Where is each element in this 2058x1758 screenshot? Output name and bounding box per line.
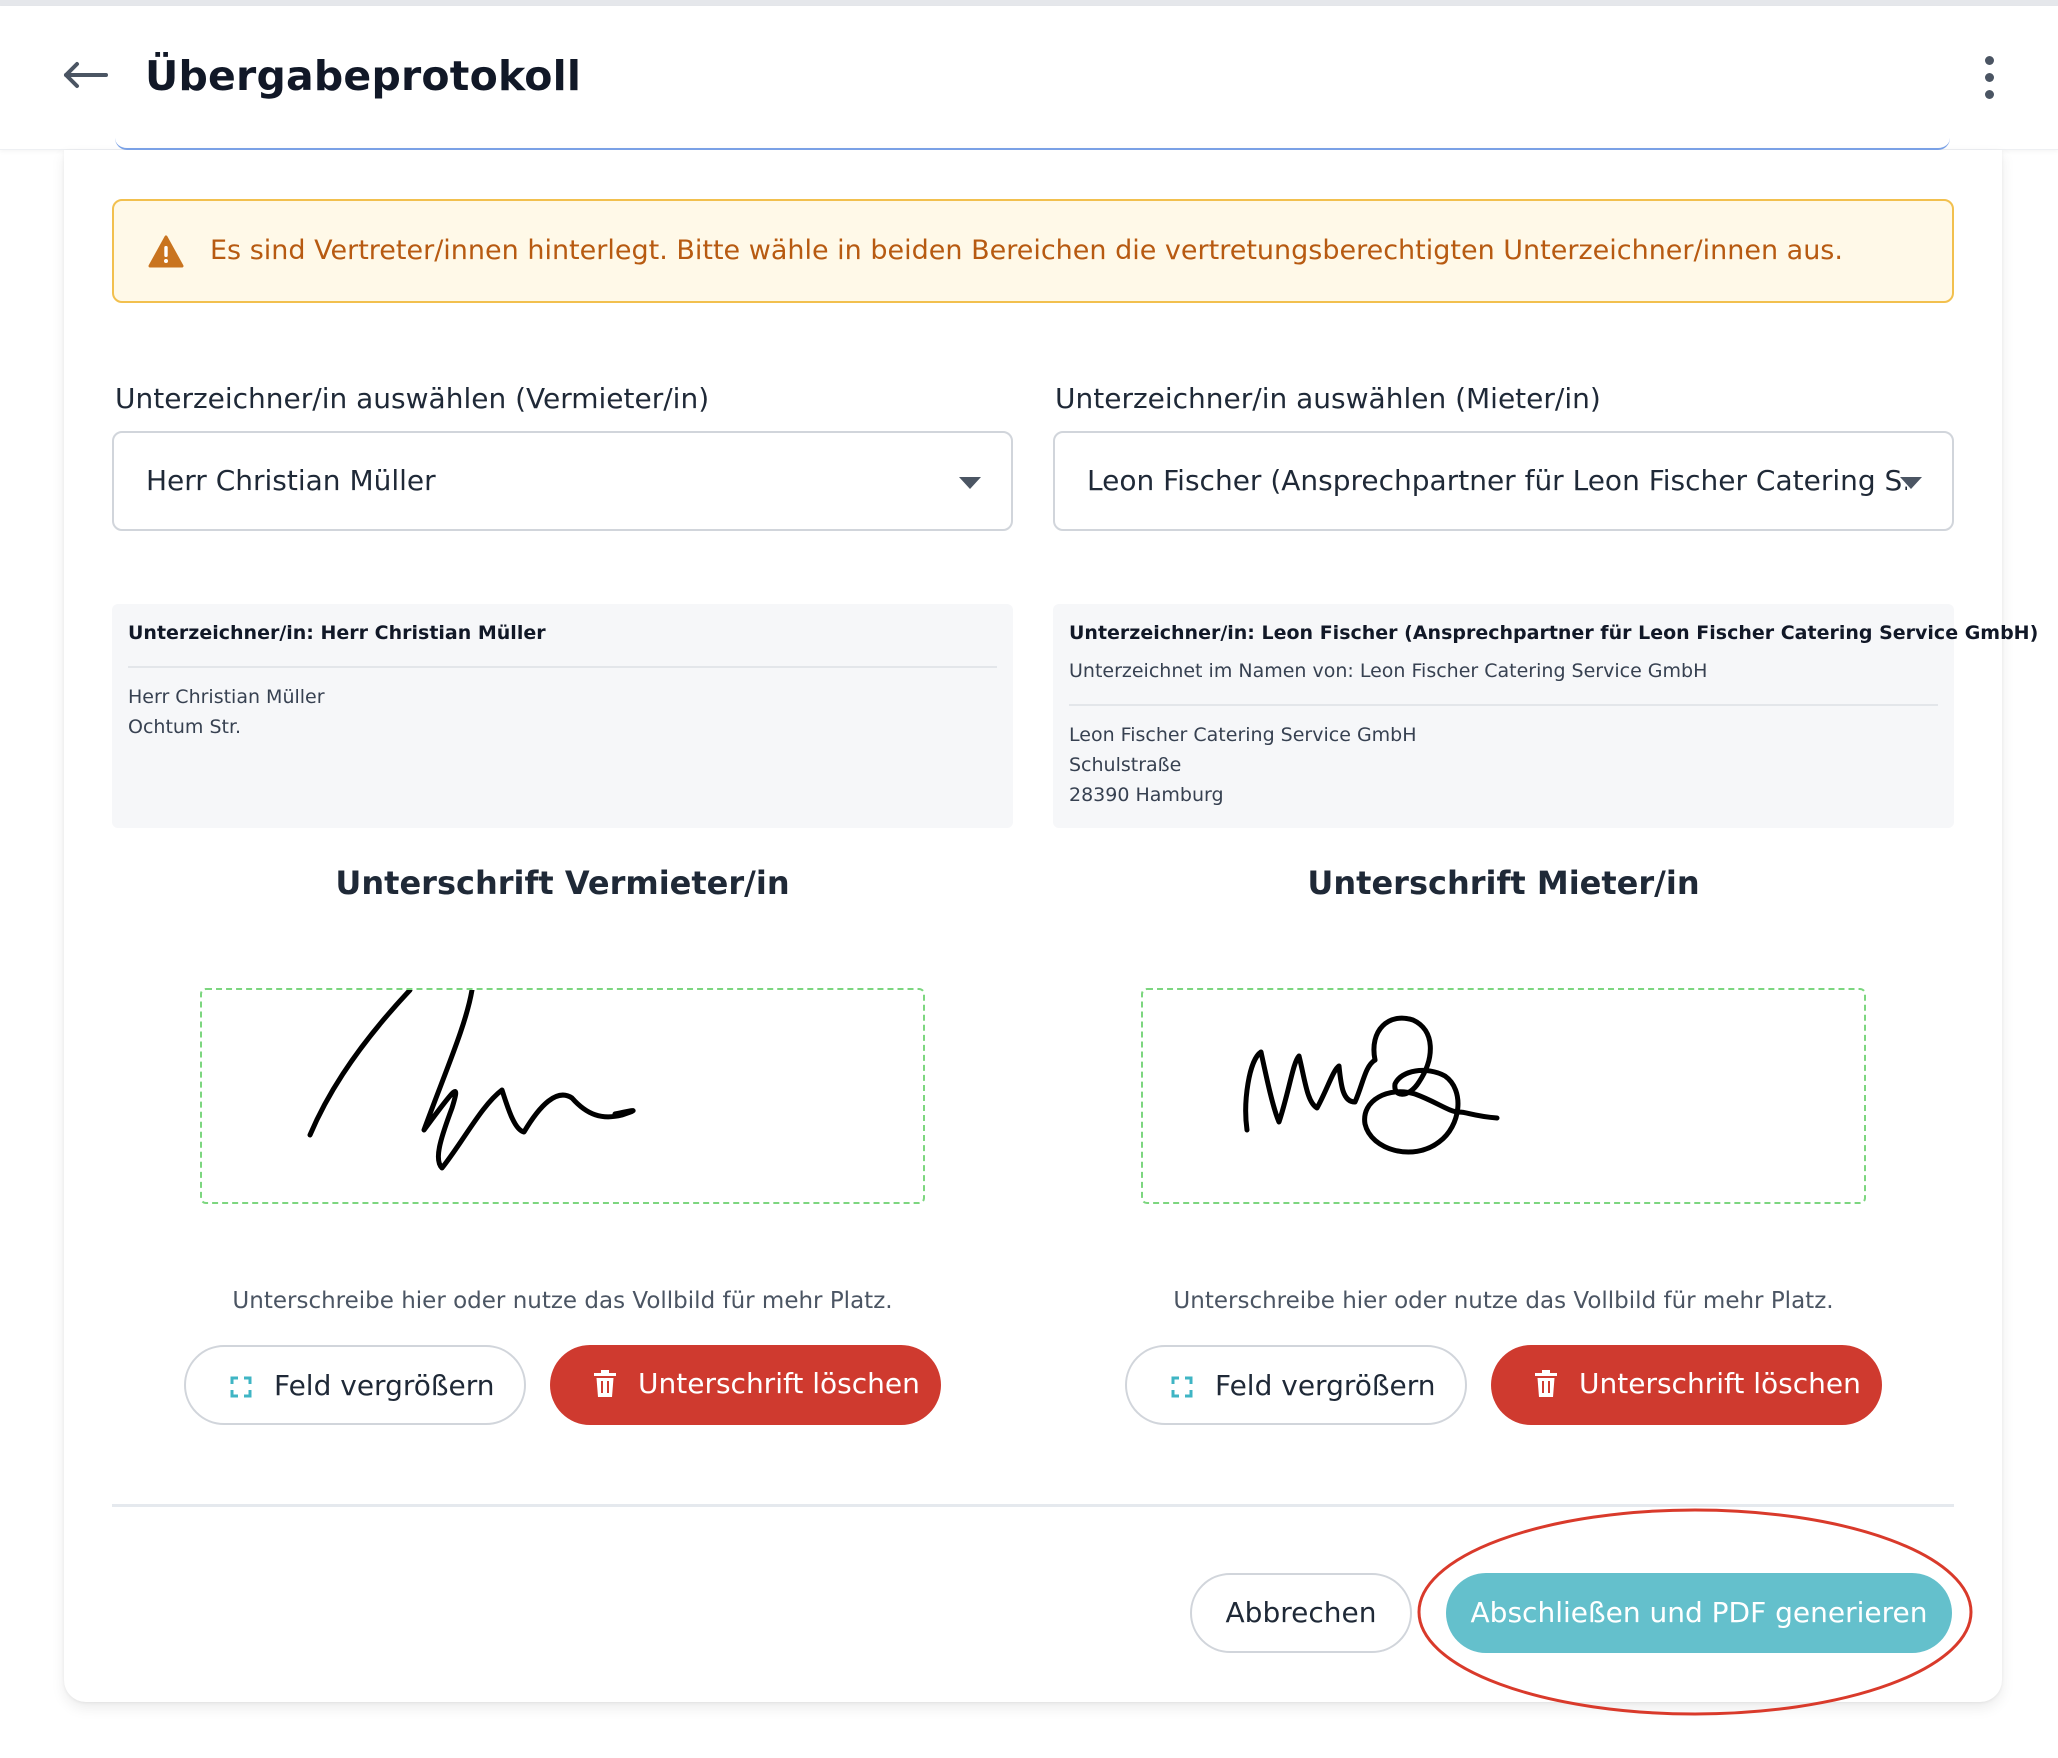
chevron-down-icon bbox=[1900, 477, 1922, 489]
landlord-signer-info: Unterzeichner/in: Herr Christian Müller … bbox=[112, 604, 1013, 828]
alert-message: Es sind Vertreter/innen hinterlegt. Bitt… bbox=[210, 235, 1843, 266]
tenant-info-heading: Unterzeichner/in: Leon Fischer (Ansprech… bbox=[1069, 622, 2039, 644]
app-bar: Übergabeprotokoll bbox=[0, 6, 2058, 150]
chevron-down-icon bbox=[959, 477, 981, 489]
landlord-enlarge-button[interactable]: Feld vergrößern bbox=[184, 1345, 526, 1425]
landlord-signature-title: Unterschrift Vermieter/in bbox=[335, 864, 790, 902]
expand-icon bbox=[1171, 1376, 1193, 1398]
tenant-signature-pad[interactable] bbox=[1141, 988, 1866, 1204]
landlord-selected-value: Herr Christian Müller bbox=[146, 464, 436, 497]
tenant-signature-hint: Unterschreibe hier oder nutze das Vollbi… bbox=[1173, 1288, 1834, 1314]
expand-icon bbox=[230, 1376, 252, 1398]
previous-section-edge bbox=[115, 136, 1950, 150]
landlord-signature-drawing bbox=[307, 987, 636, 1171]
arrow-left-icon bbox=[64, 62, 108, 88]
warning-alert: Es sind Vertreter/innen hinterlegt. Bitt… bbox=[112, 199, 1954, 303]
enlarge-label: Feld vergrößern bbox=[274, 1369, 495, 1402]
tenant-info-company: Leon Fischer Catering Service GmbH bbox=[1069, 724, 1417, 746]
back-button[interactable] bbox=[60, 52, 116, 98]
landlord-select-label: Unterzeichner/in auswählen (Vermieter/in… bbox=[115, 382, 710, 415]
tenant-signer-info: Unterzeichner/in: Leon Fischer (Ansprech… bbox=[1053, 604, 2038, 828]
trash-icon bbox=[594, 1370, 616, 1397]
tenant-signature-title: Unterschrift Mieter/in bbox=[1307, 864, 1700, 902]
landlord-clear-signature-button[interactable]: Unterschrift löschen bbox=[550, 1345, 941, 1425]
clear-signature-label: Unterschrift löschen bbox=[638, 1367, 920, 1400]
landlord-signature-pad[interactable] bbox=[200, 987, 925, 1204]
landlord-info-street: Ochtum Str. bbox=[128, 716, 242, 738]
tenant-info-street: Schulstraße bbox=[1069, 754, 1182, 776]
more-vertical-icon bbox=[1974, 56, 2004, 99]
landlord-signature-hint: Unterschreibe hier oder nutze das Vollbi… bbox=[232, 1288, 893, 1314]
more-options-button[interactable] bbox=[1974, 56, 2004, 106]
tenant-clear-signature-button[interactable]: Unterschrift löschen bbox=[1491, 1345, 1882, 1425]
tenant-select-label: Unterzeichner/in auswählen (Mieter/in) bbox=[1055, 382, 1601, 415]
tenant-enlarge-button[interactable]: Feld vergrößern bbox=[1125, 1345, 1467, 1425]
warning-icon bbox=[148, 235, 184, 268]
tenant-signature-drawing bbox=[1243, 1015, 1500, 1155]
tenant-signer-select[interactable]: Leon Fischer (Ansprechpartner für Leon F… bbox=[1053, 431, 1954, 531]
tenant-info-city: 28390 Hamburg bbox=[1069, 784, 1224, 806]
landlord-signer-select[interactable]: Herr Christian Müller bbox=[112, 431, 1013, 531]
enlarge-label: Feld vergrößern bbox=[1215, 1369, 1436, 1402]
tenant-info-subheading: Unterzeichnet im Namen von: Leon Fischer… bbox=[1069, 660, 1708, 682]
landlord-info-name: Herr Christian Müller bbox=[128, 686, 325, 708]
footer-divider bbox=[112, 1504, 1954, 1507]
info-divider bbox=[128, 666, 997, 668]
finish-generate-pdf-button[interactable]: Abschließen und PDF generieren bbox=[1446, 1573, 1952, 1653]
tenant-selected-value: Leon Fischer (Ansprechpartner für Leon F… bbox=[1087, 464, 1907, 497]
clear-signature-label: Unterschrift löschen bbox=[1579, 1367, 1861, 1400]
page-title: Übergabeprotokoll bbox=[145, 52, 582, 100]
landlord-info-heading: Unterzeichner/in: Herr Christian Müller bbox=[128, 622, 546, 644]
cancel-button[interactable]: Abbrechen bbox=[1190, 1573, 1412, 1653]
trash-icon bbox=[1535, 1370, 1557, 1397]
info-divider bbox=[1069, 704, 1938, 706]
